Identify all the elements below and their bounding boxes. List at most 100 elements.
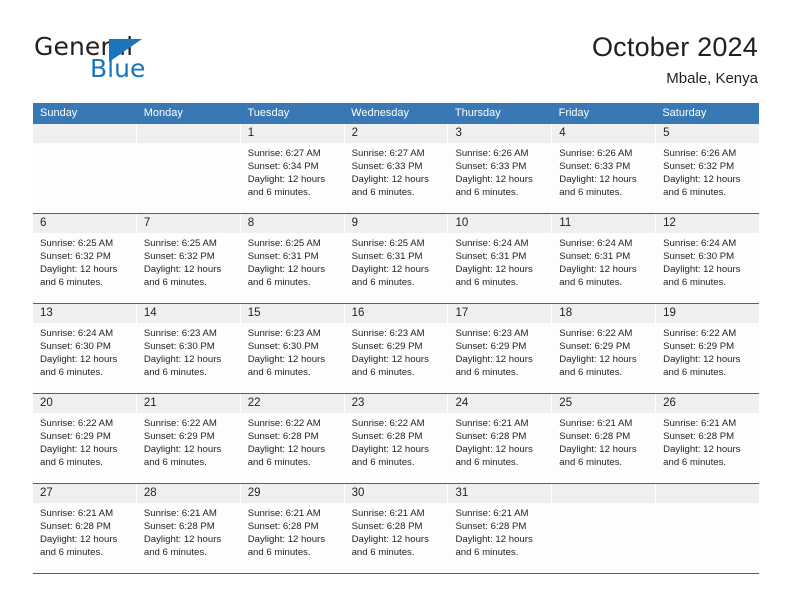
day-cell[interactable]: Sunrise: 6:23 AM Sunset: 6:29 PM Daylight:… [344,323,449,393]
sunset-text: Sunset: 6:32 PM [663,161,735,172]
daylight-text-line2: and 6 minutes. [40,277,103,288]
day-cell[interactable]: Sunrise: 6:26 AM Sunset: 6:33 PM Daylight:… [448,143,553,213]
day-cell[interactable]: Sunrise: 6:21 AM Sunset: 6:28 PM Daylight:… [136,503,241,573]
day-number[interactable]: 12 [656,214,760,233]
day-cell[interactable]: Sunrise: 6:26 AM Sunset: 6:32 PM Daylight:… [656,143,760,213]
calendar-week-row: 13 14 15 16 17 18 19 Sunrise: 6:24 AM Sunset: 6:… [33,303,760,393]
week-detail-row: Sunrise: 6:24 AM Sunset: 6:30 PM Daylight:… [33,323,760,393]
daylight-text-line2: and 6 minutes. [559,277,623,288]
sunset-text: Sunset: 6:28 PM [559,431,631,442]
brand-logo[interactable]: General Blue [34,34,264,90]
day-cell[interactable]: Sunrise: 6:22 AM Sunset: 6:29 PM Daylight:… [552,323,657,393]
week-detail-row: Sunrise: 6:22 AM Sunset: 6:29 PM Daylight:… [33,413,760,483]
sunset-text: Sunset: 6:31 PM [559,251,631,262]
day-cell[interactable]: Sunrise: 6:27 AM Sunset: 6:33 PM Daylight:… [344,143,449,213]
day-number[interactable]: 7 [136,214,241,233]
daylight-text-line1: Daylight: 12 hours [143,264,222,275]
day-cell[interactable]: Sunrise: 6:25 AM Sunset: 6:31 PM Daylight:… [344,233,449,303]
day-number[interactable]: 15 [240,304,345,323]
daylight-text-line2: and 6 minutes. [40,547,103,558]
day-cell[interactable]: Sunrise: 6:22 AM Sunset: 6:29 PM Daylight:… [136,413,241,483]
day-cell[interactable]: Sunrise: 6:22 AM Sunset: 6:28 PM Daylight:… [240,413,345,483]
weekday-header-row: Sunday Monday Tuesday Wednesday Thursday Frid… [33,103,759,124]
daylight-text-line2: and 6 minutes. [247,457,311,468]
day-number[interactable]: 14 [136,304,241,323]
sunset-text: Sunset: 6:29 PM [663,341,735,352]
day-cell[interactable]: Sunrise: 6:26 AM Sunset: 6:33 PM Daylight:… [552,143,657,213]
day-cell[interactable]: Sunrise: 6:24 AM Sunset: 6:30 PM Daylight:… [33,323,137,393]
daylight-text-line1: Daylight: 12 hours [351,444,429,455]
day-number[interactable]: 21 [136,394,241,413]
day-number[interactable]: 13 [33,304,137,323]
daylight-text-line2: and 6 minutes. [247,277,311,288]
weekday-header-friday: Friday [558,107,590,119]
day-cell[interactable]: Sunrise: 6:21 AM Sunset: 6:28 PM Daylight:… [448,503,553,573]
day-number[interactable]: 25 [552,394,657,413]
day-number[interactable]: 23 [344,394,449,413]
daylight-text-line1: Daylight: 12 hours [40,354,118,365]
daylight-text-line2: and 6 minutes. [40,457,103,468]
day-number[interactable]: 19 [656,304,760,323]
day-cell[interactable]: Sunrise: 6:23 AM Sunset: 6:29 PM Daylight:… [448,323,553,393]
day-cell[interactable]: Sunrise: 6:25 AM Sunset: 6:32 PM Daylight:… [33,233,137,303]
daylight-text-line1: Daylight: 12 hours [351,174,429,185]
day-number[interactable]: 3 [448,124,553,143]
sunset-text: Sunset: 6:28 PM [40,521,111,532]
daylight-text-line2: and 6 minutes. [143,457,207,468]
day-number[interactable]: 27 [33,484,137,503]
sunrise-text: Sunrise: 6:26 AM [663,148,737,159]
day-number[interactable]: 17 [448,304,553,323]
day-number[interactable]: 16 [344,304,449,323]
sunrise-text: Sunrise: 6:21 AM [455,418,529,429]
day-cell[interactable]: Sunrise: 6:27 AM Sunset: 6:34 PM Daylight:… [240,143,345,213]
day-cell[interactable]: Sunrise: 6:21 AM Sunset: 6:28 PM Daylight:… [240,503,345,573]
day-number[interactable]: 24 [448,394,553,413]
day-number[interactable]: 26 [656,394,760,413]
sunset-text: Sunset: 6:30 PM [40,341,111,352]
daylight-text-line2: and 6 minutes. [143,367,207,378]
daylight-text-line1: Daylight: 12 hours [559,444,637,455]
day-number[interactable]: 5 [656,124,760,143]
sunrise-text: Sunrise: 6:25 AM [143,238,217,249]
day-cell[interactable]: Sunrise: 6:25 AM Sunset: 6:31 PM Daylight:… [240,233,345,303]
day-cell[interactable]: Sunrise: 6:25 AM Sunset: 6:32 PM Daylight:… [136,233,241,303]
day-number[interactable]: 9 [344,214,449,233]
day-number[interactable]: 11 [552,214,657,233]
day-cell[interactable]: Sunrise: 6:21 AM Sunset: 6:28 PM Daylight:… [656,413,760,483]
day-number[interactable]: 8 [240,214,345,233]
sunset-text: Sunset: 6:28 PM [143,521,215,532]
day-cell[interactable]: Sunrise: 6:23 AM Sunset: 6:30 PM Daylight:… [136,323,241,393]
day-number[interactable]: 18 [552,304,657,323]
day-number[interactable]: 1 [240,124,345,143]
day-number-empty [552,484,657,503]
calendar-weeks: 1 2 3 4 5 Sunrise: 6:27 AM Sunset: 6:34 PM Dayl… [33,124,760,573]
day-cell[interactable]: Sunrise: 6:22 AM Sunset: 6:28 PM Daylight:… [344,413,449,483]
day-number[interactable]: 22 [240,394,345,413]
day-cell[interactable]: Sunrise: 6:21 AM Sunset: 6:28 PM Daylight:… [33,503,137,573]
daylight-text-line2: and 6 minutes. [663,457,727,468]
sunrise-text: Sunrise: 6:27 AM [247,148,321,159]
day-cell[interactable]: Sunrise: 6:21 AM Sunset: 6:28 PM Daylight:… [448,413,553,483]
day-cell[interactable]: Sunrise: 6:22 AM Sunset: 6:29 PM Daylight:… [656,323,760,393]
day-number[interactable]: 28 [136,484,241,503]
day-cell[interactable]: Sunrise: 6:21 AM Sunset: 6:28 PM Daylight:… [344,503,449,573]
day-number[interactable]: 20 [33,394,137,413]
daylight-text-line1: Daylight: 12 hours [351,264,429,275]
day-cell[interactable]: Sunrise: 6:24 AM Sunset: 6:31 PM Daylight:… [552,233,657,303]
sunset-text: Sunset: 6:34 PM [247,161,319,172]
daylight-text-line1: Daylight: 12 hours [663,174,741,185]
day-cell[interactable]: Sunrise: 6:24 AM Sunset: 6:30 PM Daylight:… [656,233,760,303]
day-cell[interactable]: Sunrise: 6:22 AM Sunset: 6:29 PM Daylight:… [33,413,137,483]
day-number[interactable]: 10 [448,214,553,233]
day-cell[interactable]: Sunrise: 6:24 AM Sunset: 6:31 PM Daylight:… [448,233,553,303]
day-number[interactable]: 4 [552,124,657,143]
day-number[interactable]: 2 [344,124,449,143]
day-number[interactable]: 6 [33,214,137,233]
sunset-text: Sunset: 6:28 PM [247,431,319,442]
day-cell[interactable]: Sunrise: 6:23 AM Sunset: 6:30 PM Daylight:… [240,323,345,393]
day-number[interactable]: 31 [448,484,553,503]
day-number[interactable]: 30 [344,484,449,503]
day-cell[interactable]: Sunrise: 6:21 AM Sunset: 6:28 PM Daylight:… [552,413,657,483]
day-number[interactable]: 29 [240,484,345,503]
sunrise-text: Sunrise: 6:21 AM [559,418,633,429]
